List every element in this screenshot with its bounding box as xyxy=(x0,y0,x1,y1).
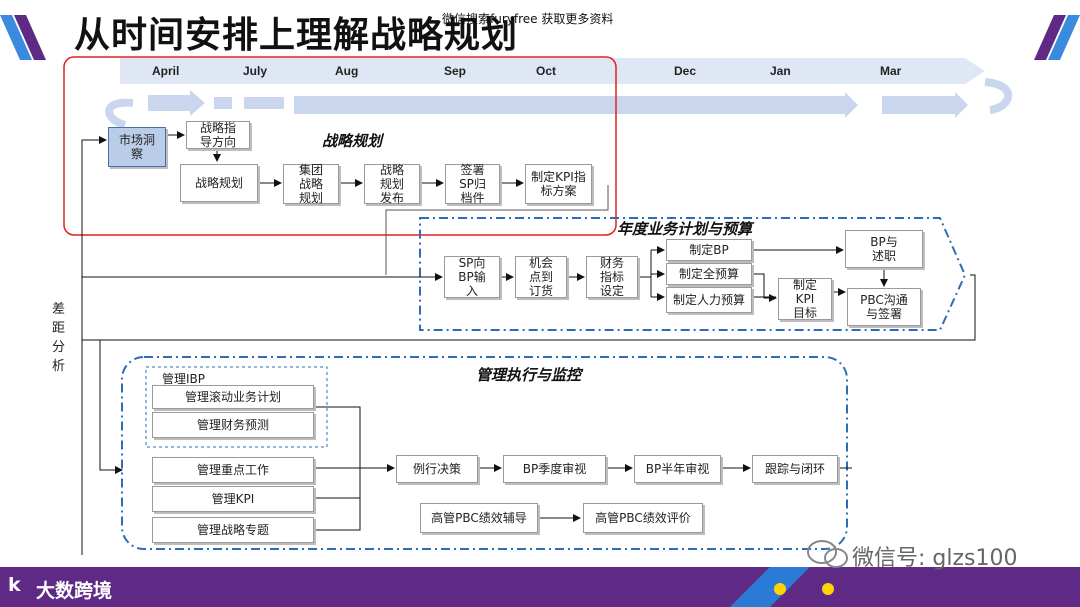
timeline-arrow-2 xyxy=(214,97,232,109)
timeline-arrow-1 xyxy=(148,90,205,116)
box-strategy-planning: 战略规划 xyxy=(180,164,258,202)
month-label: April xyxy=(152,64,180,78)
box-manage-kpi: 管理KPI xyxy=(152,486,314,512)
timeline-arrow-3 xyxy=(244,97,284,109)
box-hr-budget: 制定人力预算 xyxy=(666,287,752,313)
month-label: Dec xyxy=(674,64,697,78)
box-bp-report: BP与述职 xyxy=(845,230,923,268)
brand-logo-icon: k xyxy=(8,574,21,596)
box-pbc-evaluation: 高管PBC绩效评价 xyxy=(583,503,703,533)
section-title-annual: 年度业务计划与预算 xyxy=(617,220,753,238)
box-pbc-sign: PBC沟通与签署 xyxy=(847,288,921,326)
loop-arrow-left xyxy=(105,98,134,129)
box-opportunity-order: 机会点到订货 xyxy=(515,256,567,298)
box-sp-to-bp: SP向BP输入 xyxy=(444,256,500,298)
box-finance-forecast: 管理财务预测 xyxy=(152,412,314,438)
box-rolling-plan: 管理滚动业务计划 xyxy=(152,385,314,409)
box-routine-decision: 例行决策 xyxy=(396,455,478,483)
box-kpi-plan: 制定KPI指标方案 xyxy=(525,164,592,204)
month-label: Sep xyxy=(444,64,467,78)
box-key-work: 管理重点工作 xyxy=(152,457,314,483)
month-label: July xyxy=(243,64,268,78)
box-strategy-publish: 战略规划发布 xyxy=(364,163,420,205)
box-track-close: 跟踪与闭环 xyxy=(752,455,838,483)
box-full-budget: 制定全预算 xyxy=(666,263,752,285)
box-bp-quarterly: BP季度审视 xyxy=(503,455,606,483)
box-make-bp: 制定BP xyxy=(666,239,752,261)
box-market-insight: 市场洞察 xyxy=(108,127,166,167)
wechat-id: 微信号: glzs100 xyxy=(852,546,1018,571)
timeline-arrow-5 xyxy=(882,92,968,118)
box-strategy-guidance: 战略指导方向 xyxy=(186,121,250,149)
box-kpi-target: 制定KPI目标 xyxy=(778,278,832,320)
month-label: Aug xyxy=(335,64,359,78)
loop-arrow-right xyxy=(984,78,1013,114)
month-label: Mar xyxy=(880,64,902,78)
gap-analysis-label: 差距分析 xyxy=(52,302,66,374)
month-label: Oct xyxy=(536,64,557,78)
month-label: Jan xyxy=(770,64,791,78)
box-finance-target: 财务指标设定 xyxy=(586,256,638,298)
box-bp-half-year: BP半年审视 xyxy=(634,455,721,483)
section-title-strategy: 战略规划 xyxy=(322,132,383,150)
footer-bar xyxy=(0,567,1080,607)
box-sign-sp: 签署SP归档件 xyxy=(445,163,500,205)
timeline-arrow-4 xyxy=(294,92,858,118)
box-strategy-topics: 管理战略专题 xyxy=(152,517,314,543)
section-title-execution: 管理执行与监控 xyxy=(476,366,582,384)
box-pbc-coaching: 高管PBC绩效辅导 xyxy=(420,503,538,533)
wechat-icon xyxy=(807,540,848,568)
brand-name: 大数跨境 xyxy=(36,580,113,602)
box-group-strategy: 集团战略规划 xyxy=(283,163,339,205)
